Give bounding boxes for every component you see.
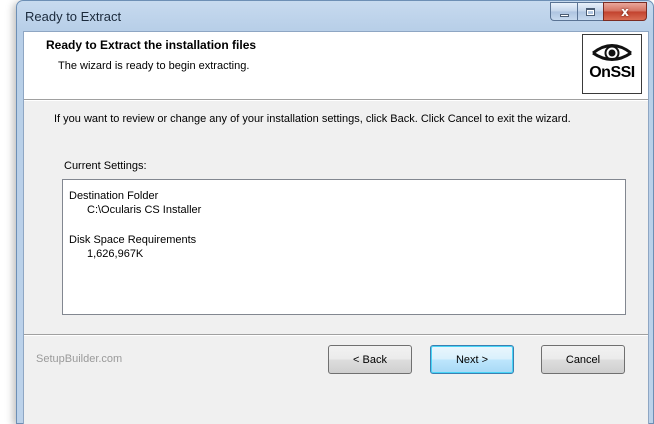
installer-window: Ready to Extract x Ready to Extract the … xyxy=(16,0,654,424)
settings-summary-box[interactable]: Destination Folder C:\Ocularis CS Instal… xyxy=(62,179,626,315)
back-button[interactable]: < Back xyxy=(328,345,412,374)
disk-space-label: Disk Space Requirements xyxy=(69,234,197,246)
minimize-icon xyxy=(559,13,569,17)
maximize-icon xyxy=(586,7,595,16)
destination-folder-label: Destination Folder xyxy=(69,190,159,202)
eye-icon xyxy=(592,44,632,61)
intro-text: If you want to review or change any of y… xyxy=(54,113,571,125)
caption-buttons: x xyxy=(550,2,647,21)
setupbuilder-brand: SetupBuilder.com xyxy=(36,353,123,365)
cancel-button[interactable]: Cancel xyxy=(541,345,625,374)
close-icon: x xyxy=(621,4,629,19)
close-button[interactable]: x xyxy=(603,2,647,21)
onssi-logo: OnSSI xyxy=(582,34,642,94)
wizard-header: Ready to Extract the installation files … xyxy=(24,32,648,100)
minimize-button[interactable] xyxy=(550,2,577,21)
disk-space-value: 1,626,967K xyxy=(87,248,144,260)
next-button[interactable]: Next > xyxy=(430,345,514,374)
page-subtitle: The wizard is ready to begin extracting. xyxy=(58,60,250,72)
title-bar[interactable]: Ready to Extract x xyxy=(17,1,653,31)
logo-text: OnSSI xyxy=(589,64,635,81)
destination-folder-value: C:\Ocularis CS Installer xyxy=(87,204,202,216)
dialog-client-area: Ready to Extract the installation files … xyxy=(23,31,649,424)
current-settings-label: Current Settings: xyxy=(64,160,147,172)
window-title: Ready to Extract xyxy=(25,9,122,24)
header-divider xyxy=(24,100,648,101)
maximize-button[interactable] xyxy=(577,2,603,21)
page-title: Ready to Extract the installation files xyxy=(46,38,257,52)
footer-divider xyxy=(24,334,648,336)
